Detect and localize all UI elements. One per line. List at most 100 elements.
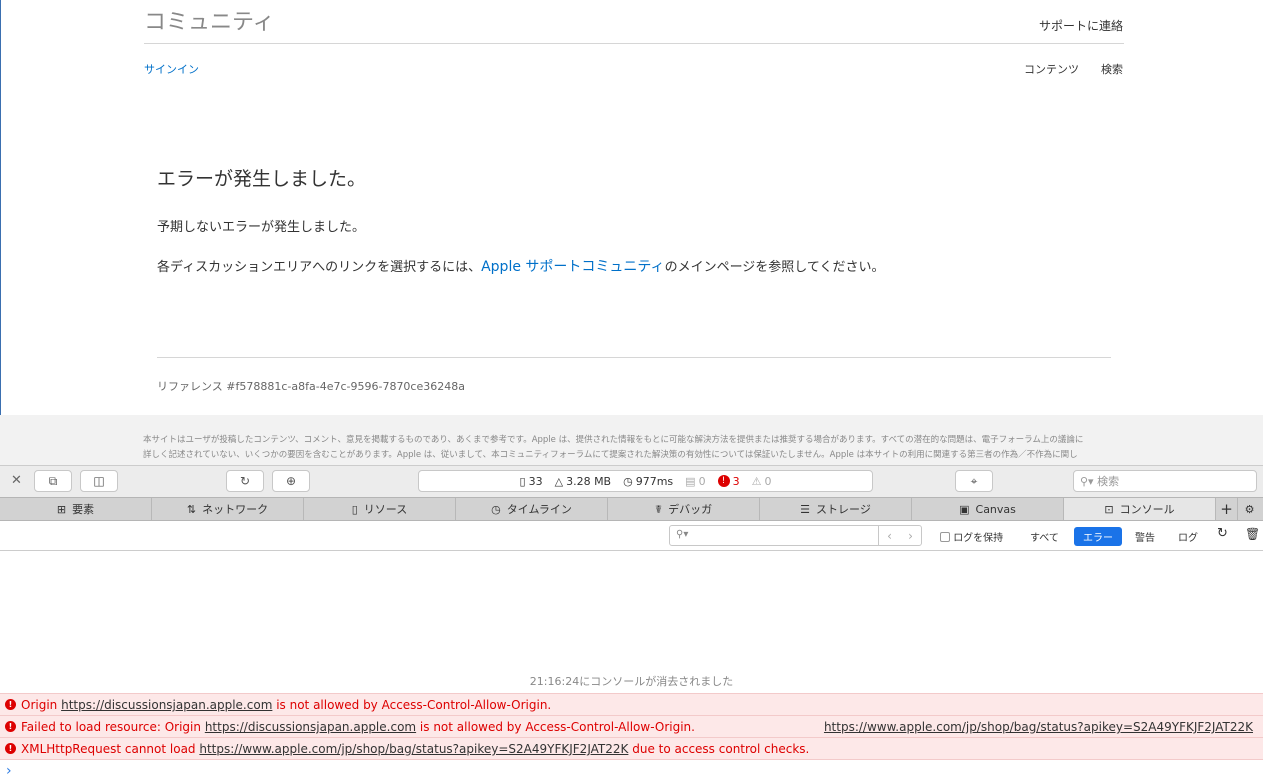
load-time: ◷ 977ms xyxy=(623,475,673,488)
download-icon: ⊕ xyxy=(285,474,297,488)
filter-all[interactable]: すべて xyxy=(1030,529,1059,544)
plus-icon: + xyxy=(1220,500,1233,518)
label: ログを保持 xyxy=(953,533,1004,544)
clock-icon: ◷ xyxy=(491,502,501,516)
tab-network[interactable]: ⇅ ネットワーク xyxy=(152,498,304,520)
resources-size: △ 3.28 MB xyxy=(555,475,612,488)
tab-canvas[interactable]: ▣ Canvas xyxy=(912,498,1064,520)
refresh-icon[interactable]: ↻ xyxy=(1217,526,1228,541)
filter-nav: ‹ › xyxy=(878,525,922,546)
web-page: コミュニティ サポートに連絡 サインイン コンテンツ 検索 エラーが発生しました… xyxy=(0,0,1263,415)
console-filter-input[interactable]: ⚲▾ xyxy=(669,525,879,546)
console-output: 21:16:24にコンソールが消去されました ! Origin https://d… xyxy=(0,551,1263,779)
console-error-row: ! Origin https://discussionsjapan.apple.c… xyxy=(0,693,1263,715)
error-icon: ! xyxy=(5,721,16,732)
devtools-tabs: ⊞ 要素 ⇅ ネットワーク ▯ リソース ◷ タイムライン ☤ デバッガ ☰ ストレージ ▣… xyxy=(0,497,1263,521)
tab-console[interactable]: ⊡ コンソール xyxy=(1064,498,1216,520)
footer-disclaimer: 本サイトはユーザが投稿したコンテンツ、コメント、意見を掲載するものであり、あくま… xyxy=(0,415,1263,465)
msg: due to access control checks. xyxy=(628,742,810,756)
dock-side-button[interactable]: ◫ xyxy=(80,470,118,492)
filter-warnings[interactable]: 警告 xyxy=(1135,529,1155,544)
logs-count: ▤ 0 xyxy=(685,475,705,488)
value: 3 xyxy=(732,474,740,488)
add-tab-button[interactable]: + xyxy=(1216,498,1238,520)
filter-logs[interactable]: ログ xyxy=(1178,529,1198,544)
weight-icon: △ xyxy=(554,474,564,488)
next-icon[interactable]: › xyxy=(908,529,913,543)
warnings-count: ⚠ 0 xyxy=(752,475,772,488)
resources-count: ▯ 33 xyxy=(520,475,543,488)
msg: is not allowed by Access-Control-Allow-O… xyxy=(272,698,552,712)
document-icon: ▯ xyxy=(351,502,358,516)
search-icon: ⚲▾ xyxy=(676,529,689,540)
instructions: 各ディスカッションエリアへのリンクを選択するには、Apple サポートコミュニテ… xyxy=(157,256,885,276)
download-button[interactable]: ⊕ xyxy=(272,470,310,492)
reload-icon: ↻ xyxy=(239,474,251,488)
msg: Failed to load resource: Origin xyxy=(21,720,205,734)
tab-label: ネットワーク xyxy=(202,503,269,516)
value: 0 xyxy=(764,474,772,488)
elements-icon: ⊞ xyxy=(56,502,67,516)
tab-label: 要素 xyxy=(72,503,95,516)
reload-button[interactable]: ↻ xyxy=(226,470,264,492)
tab-label: デバッガ xyxy=(668,503,713,516)
tab-label: Canvas xyxy=(975,502,1016,516)
error-heading: エラーが発生しました。 xyxy=(157,168,367,190)
nav-contents[interactable]: コンテンツ xyxy=(1024,61,1079,77)
signin-link[interactable]: サインイン xyxy=(144,61,199,77)
console-error-row: ! XMLHttpRequest cannot load https://www.… xyxy=(0,737,1263,760)
tab-label: コンソール xyxy=(1119,503,1175,516)
error-link[interactable]: https://discussionsjapan.apple.com xyxy=(61,698,272,712)
tab-resources[interactable]: ▯ リソース xyxy=(304,498,456,520)
console-filter-bar: ⚲▾ ‹ › ログを保持 すべて エラー 警告 ログ ↻ 🗑 xyxy=(0,521,1263,551)
error-link[interactable]: https://www.apple.com/jp/shop/bag/status… xyxy=(199,742,628,756)
filter-errors[interactable]: エラー xyxy=(1074,527,1122,546)
footer-line: 詳しく記述されていない、いくつかの要因を含むことがあります。Apple は、従い… xyxy=(143,450,1078,460)
contact-support-link[interactable]: サポートに連絡 xyxy=(1039,17,1123,34)
settings-button[interactable]: ⚙ xyxy=(1238,498,1261,520)
checkbox-icon xyxy=(940,532,950,542)
source-link[interactable]: https://www.apple.com/jp/shop/bag/status… xyxy=(824,720,1253,734)
warning-icon: ⚠ xyxy=(751,474,762,488)
console-cleared-message: 21:16:24にコンソールが消去されました xyxy=(529,675,734,688)
search-icon: ⚲▾ xyxy=(1080,474,1098,488)
database-icon: ☰ xyxy=(800,502,811,516)
instr-text: 各ディスカッションエリアへのリンクを選択するには、 xyxy=(157,260,482,275)
devtools-search[interactable]: ⚲▾ 検索 xyxy=(1073,470,1257,492)
clock-icon: ◷ xyxy=(623,474,633,488)
split-icon: ◫ xyxy=(93,474,105,488)
value: 977ms xyxy=(635,474,674,488)
trash-icon[interactable]: 🗑 xyxy=(1245,527,1260,541)
gear-icon: ⚙ xyxy=(1244,502,1255,516)
network-icon: ⇅ xyxy=(186,502,197,516)
dashboard[interactable]: ▯ 33 △ 3.28 MB ◷ 977ms ▤ 0 ! 3 ⚠ 0 xyxy=(418,470,873,492)
value: 33 xyxy=(528,474,543,488)
error-link[interactable]: https://discussionsjapan.apple.com xyxy=(205,720,416,734)
preserve-log-checkbox[interactable]: ログを保持 xyxy=(940,529,1003,544)
console-prompt[interactable]: › xyxy=(6,763,12,779)
tab-debugger[interactable]: ☤ デバッガ xyxy=(608,498,760,520)
previous-icon[interactable]: ‹ xyxy=(887,529,892,543)
error-message: 予期しないエラーが発生しました。 xyxy=(157,220,366,235)
inspect-button[interactable]: ⌖ xyxy=(955,470,993,492)
errors-count: ! 3 xyxy=(717,474,740,488)
bug-icon: ☤ xyxy=(654,502,663,516)
msg: Origin xyxy=(21,698,62,712)
tab-elements[interactable]: ⊞ 要素 xyxy=(0,498,152,520)
tab-storage[interactable]: ☰ ストレージ xyxy=(760,498,912,520)
close-icon[interactable]: ✕ xyxy=(11,473,22,488)
speech-icon: ▤ xyxy=(685,474,696,488)
undock-button[interactable]: ⧉ xyxy=(34,470,72,492)
tab-label: リソース xyxy=(363,503,408,516)
footer-line: 本サイトはユーザが投稿したコンテンツ、コメント、意見を掲載するものであり、あくま… xyxy=(143,435,1084,445)
tab-timeline[interactable]: ◷ タイムライン xyxy=(456,498,608,520)
value: 3.28 MB xyxy=(566,474,612,488)
nav-search[interactable]: 検索 xyxy=(1101,61,1123,77)
reference-id: リファレンス #f578881c-a8fa-4e7c-9596-7870ce36… xyxy=(157,380,465,393)
window-icon: ⧉ xyxy=(48,473,58,488)
error-icon: ! xyxy=(5,743,16,754)
devtools-toolbar: ✕ ⧉ ◫ ↻ ⊕ ▯ 33 △ 3.28 MB ◷ 977ms ▤ 0 ! 3 ⚠ 0 ⌖… xyxy=(0,465,1263,497)
divider xyxy=(144,43,1124,44)
support-community-link[interactable]: Apple サポートコミュニティ xyxy=(481,259,664,275)
console-error-row: ! Failed to load resource: Origin https:/… xyxy=(0,715,1263,737)
